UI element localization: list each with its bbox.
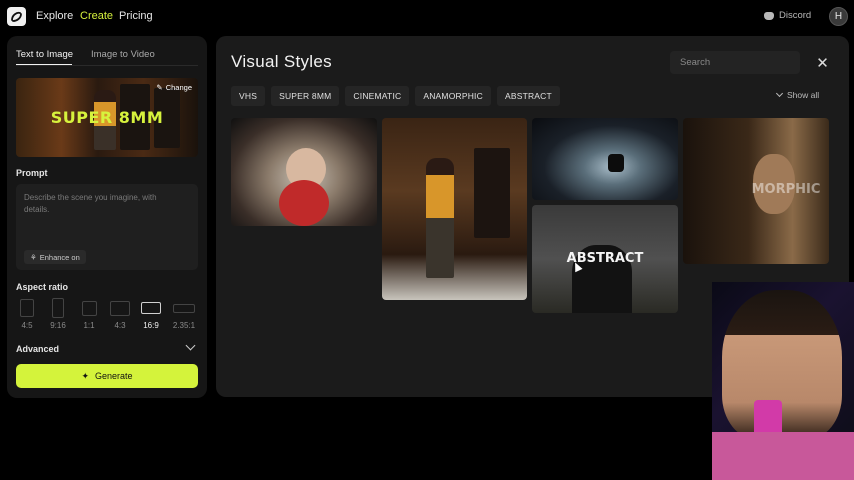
- generate-button[interactable]: ✦ Generate: [16, 364, 198, 388]
- search-input[interactable]: Search: [670, 51, 800, 74]
- ratio-shape: [110, 301, 130, 316]
- ratio-shape: [173, 304, 195, 313]
- tab-text-to-image[interactable]: Text to Image: [16, 49, 73, 60]
- change-style-button[interactable]: ✎ Change: [156, 83, 192, 92]
- ratio-label: 16:9: [143, 321, 159, 330]
- ratio-9-16[interactable]: 9:16: [43, 298, 66, 330]
- ratio-4-3[interactable]: 4:3: [105, 299, 130, 330]
- prompt-title: Prompt: [16, 168, 48, 178]
- generation-panel: Text to Image Image to Video ✎ Change SU…: [7, 36, 207, 398]
- advanced-toggle[interactable]: Advanced: [16, 344, 59, 354]
- ratio-2-35-1[interactable]: 2.35:1: [169, 299, 195, 330]
- selected-style-thumbnail[interactable]: ✎ Change SUPER 8MM: [16, 78, 198, 157]
- ratio-shape: [82, 301, 97, 316]
- sparkle-icon: ✦: [81, 370, 89, 381]
- skateboard-shape: [279, 180, 329, 226]
- change-label: Change: [165, 83, 192, 92]
- chip-super-8mm[interactable]: SUPER 8MM: [271, 86, 340, 106]
- chip-abstract[interactable]: ABSTRACT: [496, 86, 560, 106]
- person-shape: [426, 158, 454, 278]
- generate-label: Generate: [95, 371, 133, 381]
- chevron-down-icon[interactable]: [185, 340, 196, 351]
- prompt-placeholder: Describe the scene you imagine, with det…: [24, 193, 157, 214]
- card-label-abstract: ABSTRACT: [566, 251, 644, 266]
- enhance-toggle[interactable]: ⚘ Enhance on: [24, 250, 86, 264]
- nav-explore[interactable]: Explore: [36, 10, 73, 22]
- style-card-fisheye[interactable]: [231, 118, 377, 226]
- ratio-label: 1:1: [83, 321, 95, 330]
- shirt-shape: [712, 432, 854, 480]
- chip-cinematic[interactable]: CINEMATIC: [345, 86, 410, 106]
- pencil-icon: ✎: [156, 83, 163, 92]
- speaker-shape: [474, 148, 510, 238]
- webcam-overlay: [712, 282, 854, 480]
- style-filter-chips: VHS SUPER 8MM CINEMATIC ANAMORPHIC ABSTR…: [231, 86, 560, 106]
- chip-vhs[interactable]: VHS: [231, 86, 266, 106]
- ratio-shape: [20, 299, 34, 317]
- card-label-anamorphic: MORPHIC: [751, 182, 821, 197]
- nav-pricing[interactable]: Pricing: [119, 10, 153, 22]
- tab-divider: [16, 65, 198, 66]
- ratio-shape: [141, 302, 161, 314]
- presenter-face-shape: [722, 290, 842, 440]
- close-icon[interactable]: ✕: [811, 51, 834, 74]
- top-nav: Explore Create Pricing Discord H: [0, 0, 854, 34]
- tab-image-to-video[interactable]: Image to Video: [91, 49, 155, 60]
- ratio-label: 2.35:1: [172, 321, 196, 330]
- style-card-abstract[interactable]: ABSTRACT: [532, 205, 678, 313]
- app-logo-icon[interactable]: [7, 7, 26, 26]
- style-card-anamorphic[interactable]: MORPHIC: [683, 118, 829, 264]
- nav-create[interactable]: Create: [80, 10, 113, 22]
- ratio-1-1[interactable]: 1:1: [74, 299, 97, 330]
- show-all-label: Show all: [787, 90, 820, 100]
- ratio-label: 4:3: [114, 321, 126, 330]
- style-card-motorbike[interactable]: [532, 118, 678, 200]
- chip-anamorphic[interactable]: ANAMORPHIC: [415, 86, 491, 106]
- avatar[interactable]: H: [829, 7, 848, 26]
- ratio-4-5[interactable]: 4:5: [12, 299, 34, 330]
- discord-label: Discord: [779, 10, 812, 21]
- discord-icon: [764, 11, 774, 20]
- ratio-shape: [52, 298, 64, 318]
- active-tab-indicator: [16, 64, 72, 65]
- show-all-button[interactable]: Show all: [775, 89, 820, 100]
- selected-style-label: SUPER 8MM: [50, 108, 164, 127]
- page-title: Visual Styles: [231, 52, 332, 71]
- ratio-16-9[interactable]: 16:9: [136, 299, 161, 330]
- style-card-room[interactable]: [382, 118, 527, 300]
- prompt-input[interactable]: Describe the scene you imagine, with det…: [16, 184, 198, 270]
- rider-shape: [608, 154, 624, 172]
- ratio-label: 4:5: [21, 321, 33, 330]
- discord-link[interactable]: Discord: [764, 10, 811, 21]
- enhance-label: Enhance on: [39, 252, 80, 262]
- ratio-label: 9:16: [50, 321, 66, 330]
- aspect-ratio-title: Aspect ratio: [16, 282, 69, 292]
- magic-wand-icon: ⚘: [30, 252, 37, 262]
- chevron-down-icon: [775, 89, 784, 98]
